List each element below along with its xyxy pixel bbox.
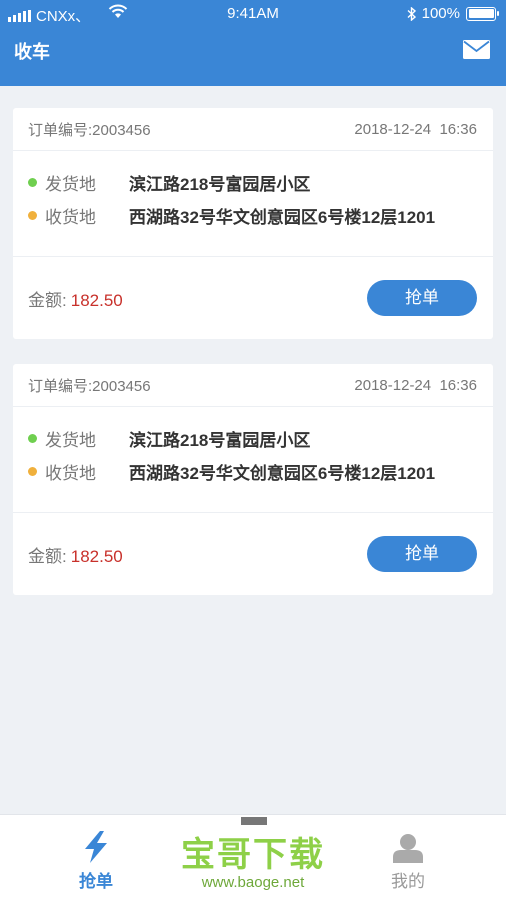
tab-label: 我的 (391, 872, 425, 891)
order-header: 订单编号:2003456 2018-12-24 16:36 (13, 108, 493, 151)
status-bar: CNXx、 9:41AM 100% (0, 0, 506, 30)
to-label: 收货地 (45, 463, 96, 483)
from-dot-icon (28, 433, 37, 443)
to-label: 收货地 (45, 207, 96, 227)
top-bar: CNXx、 9:41AM 100% 收车 (0, 0, 506, 86)
tab-indicator (241, 817, 267, 825)
user-icon (393, 834, 423, 863)
order-datetime: 2018-12-24 16:36 (354, 376, 477, 394)
battery-percent: 100% (421, 5, 460, 22)
order-card: 订单编号:2003456 2018-12-24 16:36 发货地 滨江路218… (13, 364, 493, 595)
route-to: 收货地 西湖路32号华文创意园区6号楼12层1201 (28, 460, 477, 483)
to-dot-icon (28, 210, 37, 220)
order-footer: 金额: 182.50 抢单 (13, 513, 493, 595)
order-footer: 金额: 182.50 抢单 (13, 257, 493, 339)
to-address: 西湖路32号华文创意园区6号楼12层1201 (129, 207, 436, 227)
from-dot-icon (28, 177, 37, 187)
from-label: 发货地 (45, 430, 96, 450)
lightning-icon (85, 831, 107, 863)
from-address: 滨江路218号富园居小区 (129, 430, 311, 450)
watermark: 宝哥下载 www.baoge.net (170, 836, 336, 892)
amount-value: 182.50 (70, 546, 123, 566)
route-from: 发货地 滨江路218号富园居小区 (28, 427, 477, 450)
route-to: 收货地 西湖路32号华文创意园区6号楼12层1201 (28, 204, 477, 227)
amount-value: 182.50 (70, 290, 123, 310)
bluetooth-icon (407, 6, 416, 21)
watermark-title: 宝哥下载 (181, 836, 325, 874)
from-address: 滨江路218号富园居小区 (129, 174, 311, 194)
order-amount: 金额: 182.50 (28, 290, 123, 310)
tab-mine[interactable]: 我的 (348, 829, 468, 892)
order-number: 订单编号:2003456 (28, 121, 151, 139)
battery-icon (466, 6, 499, 21)
tab-grab-orders[interactable]: 抢单 (36, 829, 156, 892)
order-card: 订单编号:2003456 2018-12-24 16:36 发货地 滨江路218… (13, 108, 493, 339)
page-title: 收车 (14, 42, 50, 62)
order-number: 订单编号:2003456 (28, 377, 151, 395)
tab-label: 抢单 (79, 872, 113, 891)
route-from: 发货地 滨江路218号富园居小区 (28, 171, 477, 194)
to-dot-icon (28, 466, 37, 476)
mail-icon[interactable] (463, 40, 490, 59)
from-label: 发货地 (45, 174, 96, 194)
order-header: 订单编号:2003456 2018-12-24 16:36 (13, 364, 493, 407)
order-datetime: 2018-12-24 16:36 (354, 120, 477, 138)
order-route: 发货地 滨江路218号富园居小区 收货地 西湖路32号华文创意园区6号楼12层1… (13, 151, 493, 257)
to-address: 西湖路32号华文创意园区6号楼12层1201 (129, 463, 436, 483)
order-route: 发货地 滨江路218号富园居小区 收货地 西湖路32号华文创意园区6号楼12层1… (13, 407, 493, 513)
grab-order-button[interactable]: 抢单 (367, 280, 477, 316)
watermark-url: www.baoge.net (201, 874, 305, 891)
order-amount: 金额: 182.50 (28, 546, 123, 566)
grab-order-button[interactable]: 抢单 (367, 536, 477, 572)
